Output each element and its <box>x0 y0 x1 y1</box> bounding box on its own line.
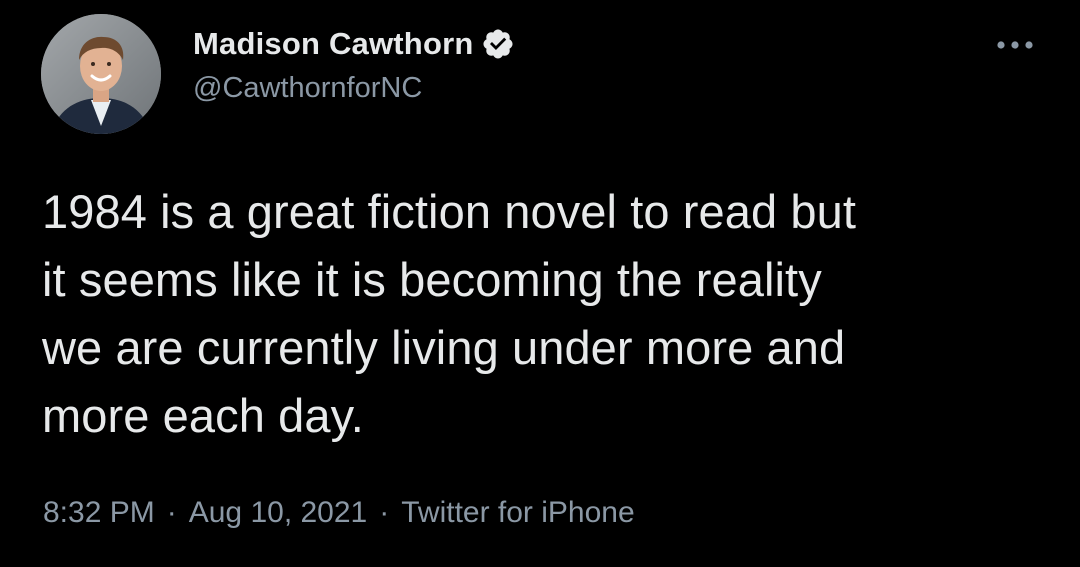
display-name[interactable]: Madison Cawthorn <box>193 26 473 62</box>
author-block[interactable]: Madison Cawthorn @CawthornforNC <box>193 22 515 105</box>
verified-badge-icon <box>481 27 515 61</box>
tweet-time[interactable]: 8:32 PM <box>43 496 155 530</box>
user-handle[interactable]: @CawthornforNC <box>193 72 515 105</box>
tweet-source[interactable]: Twitter for iPhone <box>401 496 634 530</box>
more-options-button[interactable] <box>990 30 1040 60</box>
ellipsis-icon <box>997 41 1033 49</box>
separator: · <box>166 496 177 529</box>
tweet: Madison Cawthorn @CawthornforNC 1984 is … <box>0 0 1080 567</box>
avatar[interactable] <box>41 14 161 134</box>
name-row: Madison Cawthorn <box>193 22 515 66</box>
tweet-date[interactable]: Aug 10, 2021 <box>189 496 368 530</box>
tweet-metadata: 8:32 PM · Aug 10, 2021 · Twitter for iPh… <box>43 496 635 530</box>
tweet-text: 1984 is a great fiction novel to read bu… <box>42 185 857 442</box>
profile-photo <box>41 14 161 134</box>
separator: · <box>379 496 390 529</box>
